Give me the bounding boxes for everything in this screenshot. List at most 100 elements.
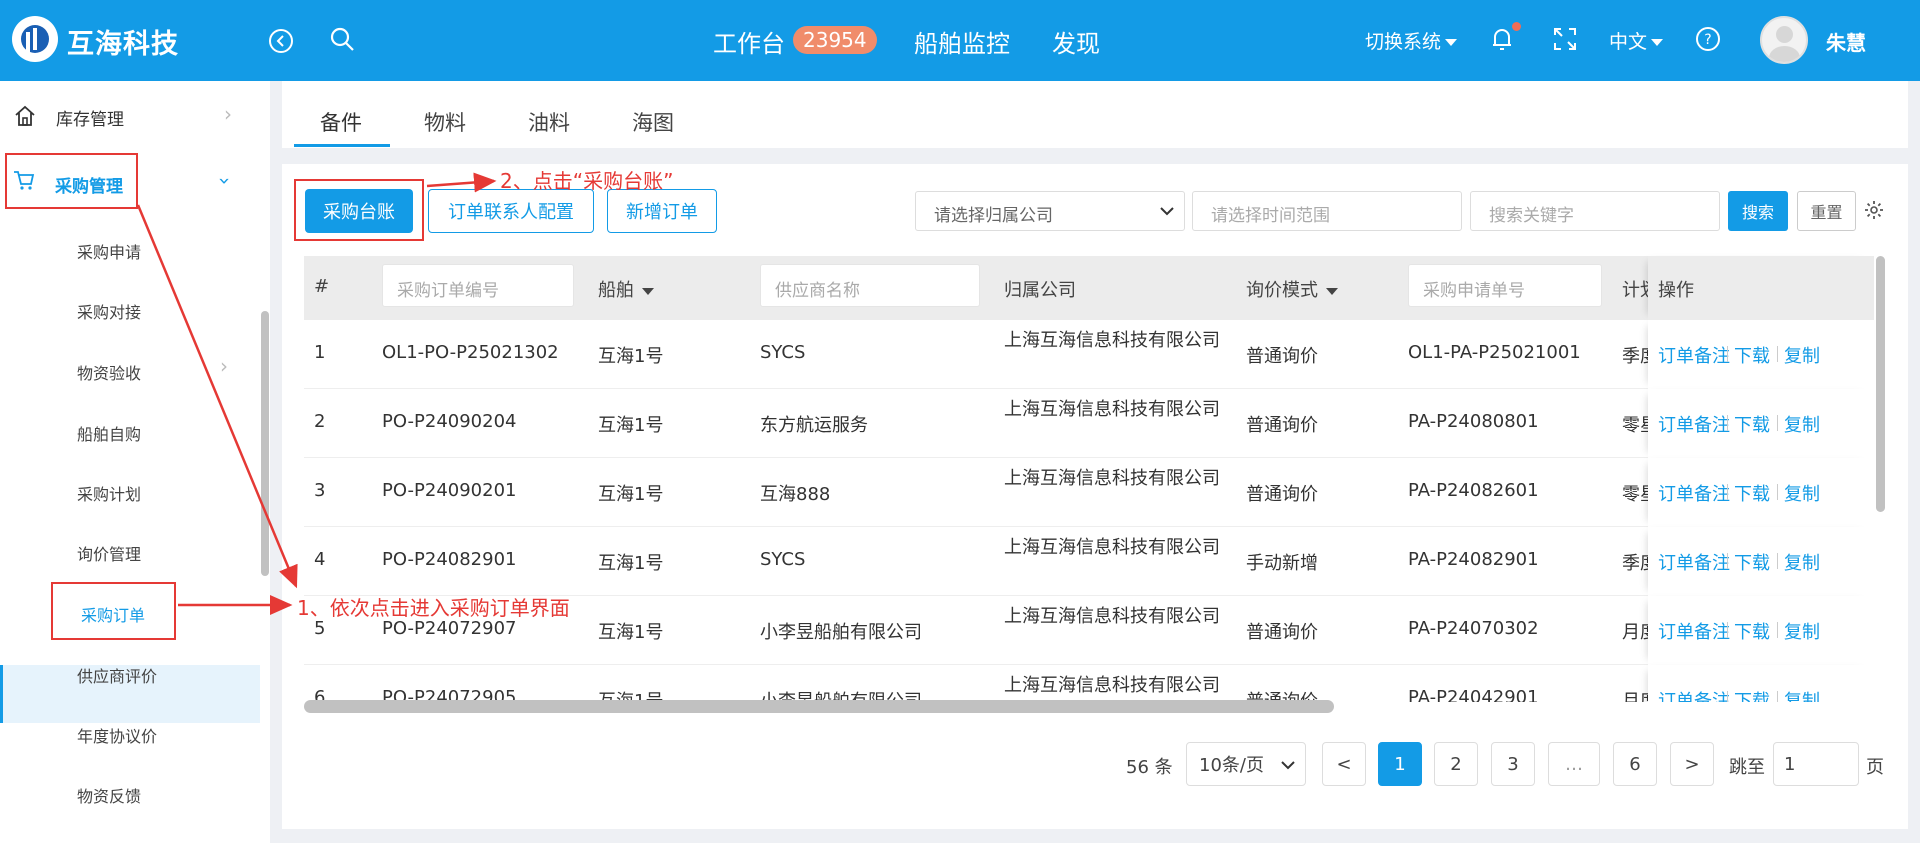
copy-link[interactable]: 复制 [1784,687,1820,702]
sidebar-subitem-ship-self-purchase[interactable]: 船舶自购 [77,421,141,445]
action-separator [1777,415,1778,431]
download-link[interactable]: 下载 [1734,687,1770,702]
order-contact-config-button[interactable]: 订单联系人配置 [428,189,594,233]
col-header-vessel-label: 船舶 [598,280,634,301]
caret-down-icon [1326,287,1338,295]
order-remark-link[interactable]: 订单备注 [1658,480,1730,506]
switch-system-dropdown[interactable]: 切换系统 [1365,27,1458,54]
order-no-filter-input[interactable]: 采购订单编号 [382,264,574,307]
sidebar-subitem-purchase-request[interactable]: 采购申请 [77,239,141,263]
search-button[interactable]: 搜索 [1728,191,1788,231]
table-row[interactable]: 2 PO-P24090204 互海1号 东方航运服务 普通询价 PA-P24080801 零… [304,389,1874,458]
sidebar-item-inventory[interactable]: 库存管理 [56,105,236,130]
sidebar-subitem-purchase-plan[interactable]: 采购计划 [77,481,141,505]
user-name[interactable]: 朱慧 [1826,27,1866,56]
sidebar-scrollbar[interactable] [261,311,269,576]
sidebar-subitem-purchase-docking[interactable]: 采购对接 [77,299,141,323]
cell-request-no: PA-P24042901 [1408,687,1539,702]
download-link[interactable]: 下载 [1734,411,1770,437]
page-button-1[interactable]: 1 [1378,742,1422,786]
back-icon[interactable] [268,28,294,54]
download-link[interactable]: 下载 [1734,618,1770,644]
language-dropdown[interactable]: 中文 [1609,27,1664,54]
order-remark-link[interactable]: 订单备注 [1658,687,1730,702]
cell-request-no: PA-P24070302 [1408,618,1539,639]
copy-link[interactable]: 复制 [1784,549,1820,575]
download-link[interactable]: 下载 [1734,480,1770,506]
page-button-2[interactable]: 2 [1434,742,1478,786]
nav-workbench[interactable]: 工作台 [713,24,785,59]
sidebar-subitem-supplier-evaluation[interactable]: 供应商评价 [77,663,157,687]
cell-inquiry-mode: 普通询价 [1246,415,1318,436]
table-body: 1 OL1-PO-P25021302 互海1号 SYCS 普通询价 OL1-PA-P250… [304,320,1874,702]
col-header-vessel[interactable]: 船舶 [598,276,654,302]
copy-link[interactable]: 复制 [1784,342,1820,368]
reset-button[interactable]: 重置 [1797,191,1856,231]
copy-link[interactable]: 复制 [1784,411,1820,437]
tab-spare-parts[interactable]: 备件 [320,107,362,137]
order-remark-link[interactable]: 订单备注 [1658,618,1730,644]
table-row[interactable]: 3 PO-P24090201 互海1号 互海888 普通询价 PA-P24082601 零星… [304,458,1874,527]
tab-charts[interactable]: 海图 [632,107,674,137]
nav-discover[interactable]: 发现 [1052,24,1100,59]
action-separator [1777,622,1778,638]
nav-ship-monitor[interactable]: 船舶监控 [914,24,1010,59]
table-row[interactable]: 6 PO-P24072905 互海1号 小李昱船舶有限公司 普通询价 PA-P240429… [304,665,1874,702]
cell-vessel: 互海1号 [598,553,664,574]
table-row[interactable]: 1 OL1-PO-P25021302 互海1号 SYCS 普通询价 OL1-PA-P250… [304,320,1874,389]
action-separator [1777,553,1778,569]
cell-supplier: 互海888 [760,484,831,505]
cell-index: 4 [314,549,326,570]
time-range-picker[interactable]: 请选择时间范围 [1192,191,1462,231]
row-actions: 订单备注 下载 复制 [1648,320,1874,389]
settings-gear-icon[interactable] [1864,200,1884,220]
page-size-select[interactable]: 10条/页 [1186,742,1306,786]
search-icon[interactable] [329,26,355,52]
caret-down-icon [1445,39,1458,46]
page-ellipsis[interactable]: … [1548,742,1600,786]
table-horizontal-scrollbar[interactable] [304,700,1334,713]
copy-link[interactable]: 复制 [1784,480,1820,506]
cell-company: 上海互海信息科技有限公司 [1004,330,1220,351]
order-remark-link[interactable]: 订单备注 [1658,549,1730,575]
new-order-button[interactable]: 新增订单 [607,189,717,233]
cell-supplier: 东方航运服务 [760,415,868,436]
sidebar-subitem-inquiry-management[interactable]: 询价管理 [77,541,141,565]
download-link[interactable]: 下载 [1734,549,1770,575]
cell-company: 上海互海信息科技有限公司 [1004,606,1220,627]
page-button-3[interactable]: 3 [1491,742,1535,786]
sidebar-subitem-material-feedback[interactable]: 物资反馈 [77,783,141,807]
action-separator [1727,346,1728,362]
request-no-filter-input[interactable]: 采购申请单号 [1408,264,1602,307]
jump-to-page-input[interactable]: 1 [1773,742,1859,786]
user-avatar[interactable] [1760,16,1808,64]
cell-order-no: OL1-PO-P25021302 [382,342,559,363]
order-remark-link[interactable]: 订单备注 [1658,411,1730,437]
bell-icon[interactable] [1490,26,1514,52]
download-link[interactable]: 下载 [1734,342,1770,368]
table-vertical-scrollbar[interactable] [1876,256,1885,512]
col-header-company: 归属公司 [1004,280,1076,301]
page-button-6[interactable]: 6 [1613,742,1657,786]
home-icon [15,105,35,126]
next-page-button[interactable]: > [1670,742,1714,786]
fullscreen-icon[interactable] [1553,27,1577,51]
action-separator [1727,691,1728,702]
col-header-inquiry-mode[interactable]: 询价模式 [1246,276,1338,302]
keyword-search-input[interactable]: 搜索关键字 [1470,191,1720,231]
caret-down-icon [642,287,654,295]
sidebar-subitem-annual-agreement-price[interactable]: 年度协议价 [77,723,157,747]
order-remark-link[interactable]: 订单备注 [1658,342,1730,368]
table-row[interactable]: 4 PO-P24082901 互海1号 SYCS 手动新增 PA-P24082901 季度上… [304,527,1874,596]
company-select[interactable]: 请选择归属公司 [915,191,1185,231]
prev-page-button[interactable]: < [1322,742,1366,786]
help-icon[interactable]: ? [1695,26,1721,52]
supplier-filter-input[interactable]: 供应商名称 [760,264,980,307]
sidebar-subitem-material-acceptance[interactable]: 物资验收 [77,360,141,384]
tab-oil[interactable]: 油料 [528,107,570,137]
copy-link[interactable]: 复制 [1784,618,1820,644]
row-actions: 订单备注 下载 复制 [1648,665,1874,702]
tab-materials[interactable]: 物料 [424,107,466,137]
company-select-label: 请选择归属公司 [934,206,1053,226]
page-size-label: 10条/页 [1199,755,1264,776]
